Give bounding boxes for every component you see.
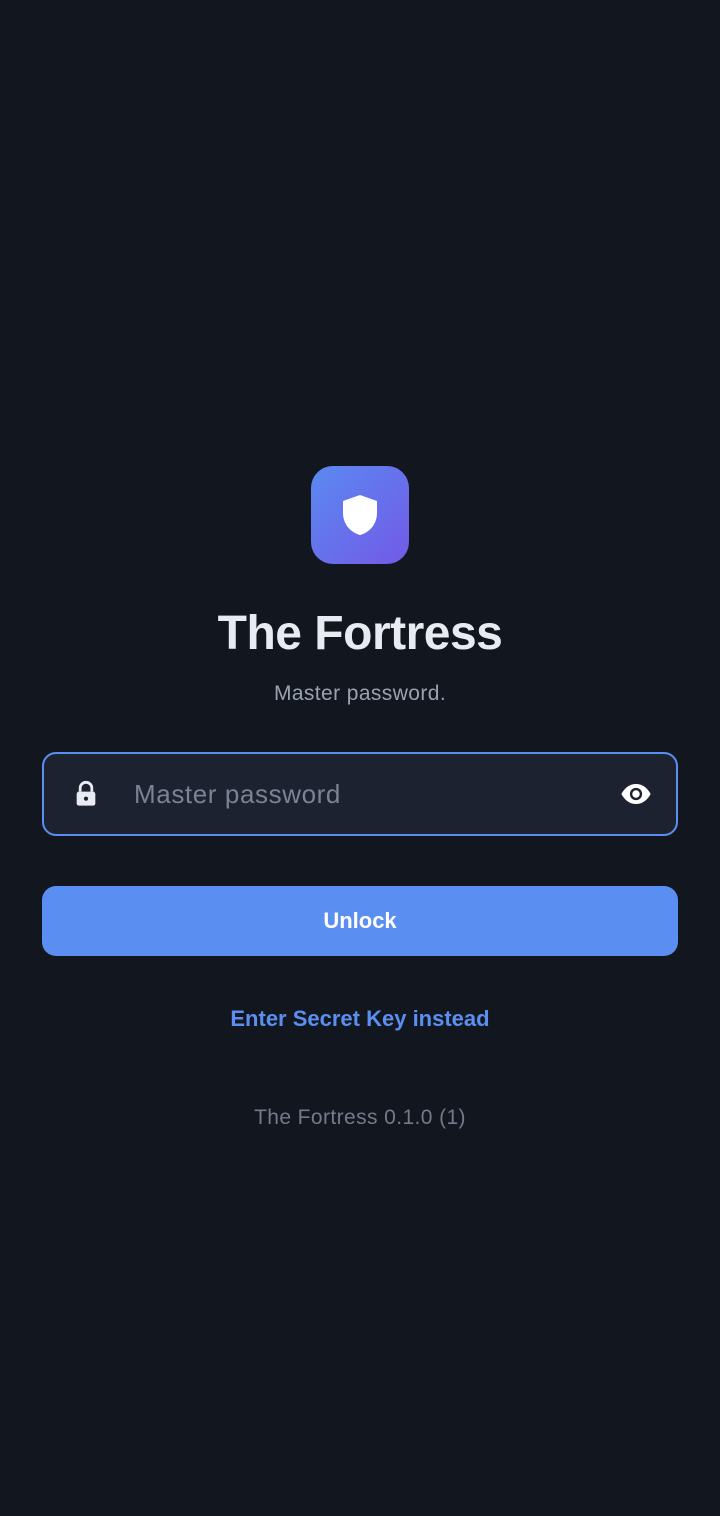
master-password-input[interactable] [134, 754, 594, 834]
lock-icon [76, 780, 96, 806]
app-logo [311, 466, 409, 564]
enter-secret-key-link[interactable]: Enter Secret Key instead [0, 1004, 720, 1034]
eye-icon[interactable] [620, 778, 652, 810]
unlock-button-label: Unlock [323, 908, 397, 933]
version-label: The Fortress 0.1.0 (1) [254, 1106, 466, 1129]
app-subtitle: Master password. [273, 682, 447, 705]
shield-icon [343, 495, 377, 535]
app-title: The Fortress [217, 607, 503, 660]
master-password-field[interactable] [42, 752, 678, 836]
unlock-button[interactable]: Unlock [42, 886, 678, 956]
